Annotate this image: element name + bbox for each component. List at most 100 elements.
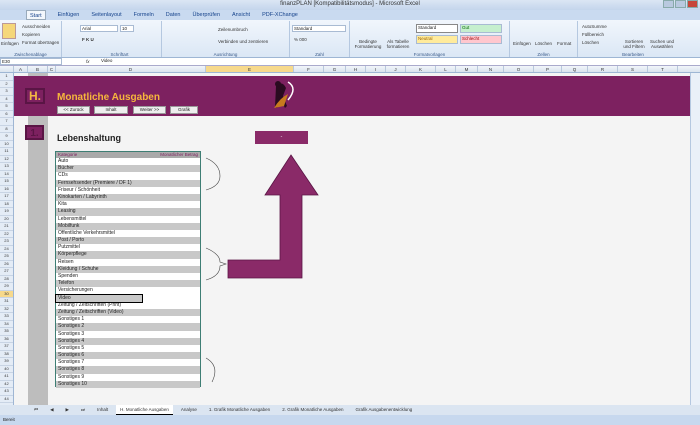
fill-button[interactable]: Füllbereich bbox=[582, 32, 604, 37]
row-header[interactable]: 33 bbox=[0, 313, 13, 321]
row-header[interactable]: 9 bbox=[0, 133, 13, 141]
chart-button[interactable]: Grafik bbox=[170, 106, 198, 114]
ribbon-tab[interactable]: Formeln bbox=[134, 10, 154, 20]
table-row[interactable]: Kita bbox=[56, 201, 200, 208]
row-header[interactable]: 36 bbox=[0, 336, 13, 343]
cut-button[interactable]: Ausschneiden bbox=[22, 24, 50, 29]
row-header[interactable]: 6 bbox=[0, 111, 13, 118]
row-header[interactable]: 3 bbox=[0, 88, 13, 96]
row-header[interactable]: 14 bbox=[0, 171, 13, 178]
sheet-tab[interactable]: 1. Grafik Monatliche Ausgaben bbox=[205, 405, 274, 415]
row-header[interactable]: 19 bbox=[0, 208, 13, 216]
row-header[interactable]: 15 bbox=[0, 178, 13, 186]
insert-cells-button[interactable]: Einfügen bbox=[513, 41, 531, 46]
row-header[interactable]: 12 bbox=[0, 156, 13, 163]
sheet-nav-button[interactable]: ⏭ bbox=[77, 405, 89, 415]
row-header[interactable]: 24 bbox=[0, 246, 13, 253]
ribbon-tab[interactable]: Start bbox=[26, 10, 46, 20]
table-row[interactable]: Sonstiges 4 bbox=[56, 337, 200, 345]
column-header[interactable]: N bbox=[478, 66, 504, 72]
column-header[interactable]: I bbox=[366, 66, 386, 72]
back-button[interactable]: << Zurück bbox=[57, 106, 90, 114]
row-header[interactable]: 41 bbox=[0, 373, 13, 381]
table-row[interactable]: CDs bbox=[56, 172, 200, 179]
vertical-scrollbar[interactable] bbox=[690, 73, 700, 405]
name-box[interactable]: E30 bbox=[0, 58, 62, 65]
sheet-nav-button[interactable]: ◀ bbox=[46, 405, 57, 415]
sheet-tab[interactable]: H. Monatliche Ausgaben bbox=[116, 405, 173, 415]
close-button[interactable] bbox=[687, 0, 698, 8]
bold-button[interactable]: F K U bbox=[82, 37, 94, 42]
row-header[interactable]: 16 bbox=[0, 186, 13, 193]
table-row[interactable]: Kinokarten / Labyrinth bbox=[56, 193, 200, 202]
column-header[interactable]: R bbox=[588, 66, 618, 72]
find-select-button[interactable]: Suchen und Auswählen bbox=[648, 39, 676, 49]
row-header[interactable]: 20 bbox=[0, 216, 13, 223]
ribbon-tab[interactable]: Seitenlayout bbox=[91, 10, 121, 20]
row-header[interactable]: 37 bbox=[0, 343, 13, 351]
wrap-text-button[interactable]: Zeilenumbruch bbox=[218, 27, 248, 32]
format-painter-button[interactable]: Format übertragen bbox=[22, 40, 59, 45]
table-row[interactable]: Sonstiges 3 bbox=[56, 331, 200, 338]
formula-input[interactable]: Video bbox=[100, 58, 690, 65]
row-header[interactable]: 4 bbox=[0, 96, 13, 103]
row-header[interactable]: 7 bbox=[0, 118, 13, 126]
column-header[interactable]: L bbox=[436, 66, 456, 72]
table-row[interactable]: Spenden bbox=[56, 273, 200, 280]
font-size-select[interactable]: 10 bbox=[120, 25, 134, 32]
maximize-button[interactable] bbox=[675, 0, 686, 8]
sheet-tab[interactable]: 2. Grafik Monatliche Ausgaben bbox=[278, 405, 347, 415]
table-row[interactable]: Bücher bbox=[56, 165, 200, 173]
row-header[interactable]: 21 bbox=[0, 223, 13, 231]
column-header[interactable]: B bbox=[28, 66, 48, 72]
ribbon-tab[interactable]: Einfügen bbox=[58, 10, 80, 20]
row-header[interactable]: 1 bbox=[0, 73, 13, 81]
column-header[interactable]: M bbox=[456, 66, 478, 72]
purple-action-button[interactable]: - bbox=[255, 131, 308, 144]
row-header[interactable]: 44 bbox=[0, 396, 13, 403]
column-header[interactable]: K bbox=[406, 66, 436, 72]
sheet-nav-button[interactable]: ▶ bbox=[62, 405, 73, 415]
corner-cell[interactable] bbox=[0, 66, 14, 72]
table-row[interactable]: Telefon bbox=[56, 280, 200, 288]
next-button[interactable]: Weiter >> bbox=[133, 106, 166, 114]
table-row[interactable]: Reisen bbox=[56, 259, 200, 266]
column-header[interactable]: H bbox=[346, 66, 366, 72]
table-row[interactable]: Versicherungen bbox=[56, 287, 200, 294]
autosum-button[interactable]: AutoSumme bbox=[582, 24, 607, 29]
column-header[interactable]: A bbox=[14, 66, 28, 72]
table-row[interactable]: Sonstiges 5 bbox=[56, 345, 200, 352]
row-header[interactable]: 28 bbox=[0, 276, 13, 283]
column-header[interactable]: D bbox=[56, 66, 206, 72]
row-header[interactable]: 23 bbox=[0, 238, 13, 246]
format-as-table-button[interactable]: Als Tabelle formatieren bbox=[384, 39, 412, 49]
table-row[interactable]: Post / Porto bbox=[56, 237, 200, 245]
ribbon-tab[interactable]: Ansicht bbox=[232, 10, 250, 20]
row-header[interactable]: 27 bbox=[0, 268, 13, 276]
column-header[interactable]: J bbox=[386, 66, 406, 72]
row-header[interactable]: 32 bbox=[0, 306, 13, 313]
table-row[interactable]: Friseur / Schönheit bbox=[56, 187, 200, 194]
table-row[interactable]: Putzmittel bbox=[56, 244, 200, 251]
sheet-tab[interactable]: Inhalt bbox=[93, 405, 112, 415]
table-row[interactable]: Mobilfunk bbox=[56, 222, 200, 230]
column-header[interactable]: F bbox=[294, 66, 324, 72]
table-row[interactable]: Sonstiges 6 bbox=[56, 352, 200, 360]
style-neutral[interactable]: Neutral bbox=[416, 35, 458, 44]
paste-button[interactable]: Einfügen bbox=[1, 41, 19, 46]
row-header[interactable]: 11 bbox=[0, 148, 13, 156]
table-row[interactable]: Sonstiges 9 bbox=[56, 374, 200, 381]
row-header[interactable]: 30 bbox=[0, 290, 13, 298]
row-header[interactable]: 2 bbox=[0, 81, 13, 88]
row-header[interactable]: 22 bbox=[0, 231, 13, 238]
table-row[interactable]: Öffentliche Verkehrsmittel bbox=[56, 230, 200, 237]
table-row[interactable]: Sonstiges 1 bbox=[56, 316, 200, 323]
sheet-tab[interactable]: Grafik Ausgabenentwicklung bbox=[351, 405, 416, 415]
column-header[interactable]: Q bbox=[562, 66, 588, 72]
row-header[interactable]: 39 bbox=[0, 358, 13, 366]
style-schlecht[interactable]: Schlecht bbox=[460, 35, 502, 44]
merge-center-button[interactable]: Verbinden und zentrieren bbox=[218, 39, 268, 44]
row-header[interactable]: 42 bbox=[0, 381, 13, 388]
table-row[interactable]: Zeitung / Zeitschriften (Print) bbox=[56, 302, 200, 309]
table-row[interactable]: Sonstiges 7 bbox=[56, 359, 200, 366]
